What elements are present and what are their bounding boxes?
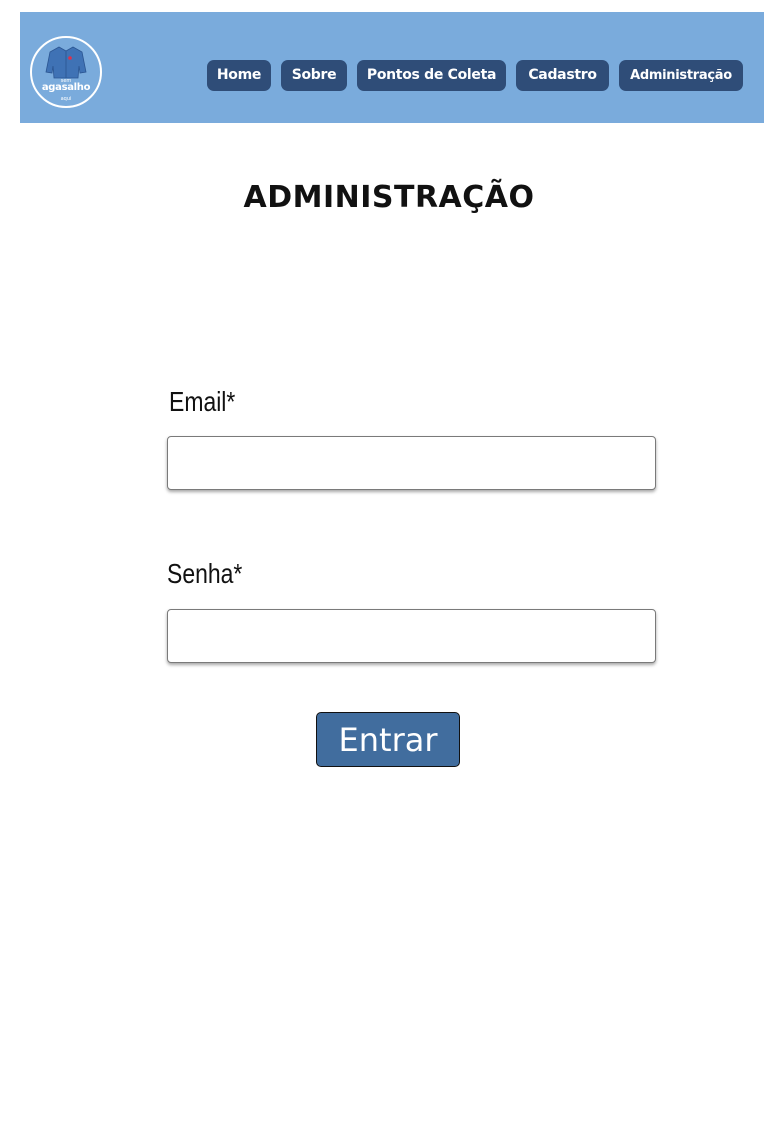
nav-sobre-button[interactable]: Sobre xyxy=(281,60,347,91)
email-input[interactable] xyxy=(167,436,656,490)
logo-main-text: agasalho xyxy=(41,82,91,93)
email-label: Email* xyxy=(169,386,236,417)
password-input[interactable] xyxy=(167,609,656,663)
submit-button[interactable]: Entrar xyxy=(316,712,460,767)
site-header: sem agasalho aqui Home Sobre Pontos de C… xyxy=(20,12,764,123)
nav-cadastro-button[interactable]: Cadastro xyxy=(516,60,609,91)
page-title: ADMINISTRAÇÃO xyxy=(243,180,535,215)
nav-administracao-button[interactable]: Administração xyxy=(619,60,743,91)
nav-home-button[interactable]: Home xyxy=(207,60,271,91)
password-label: Senha* xyxy=(167,558,243,589)
logo-bottom-text: aqui xyxy=(60,96,72,102)
nav-pontos-de-coleta-button[interactable]: Pontos de Coleta xyxy=(357,60,506,91)
site-logo[interactable]: sem agasalho aqui xyxy=(30,36,102,108)
